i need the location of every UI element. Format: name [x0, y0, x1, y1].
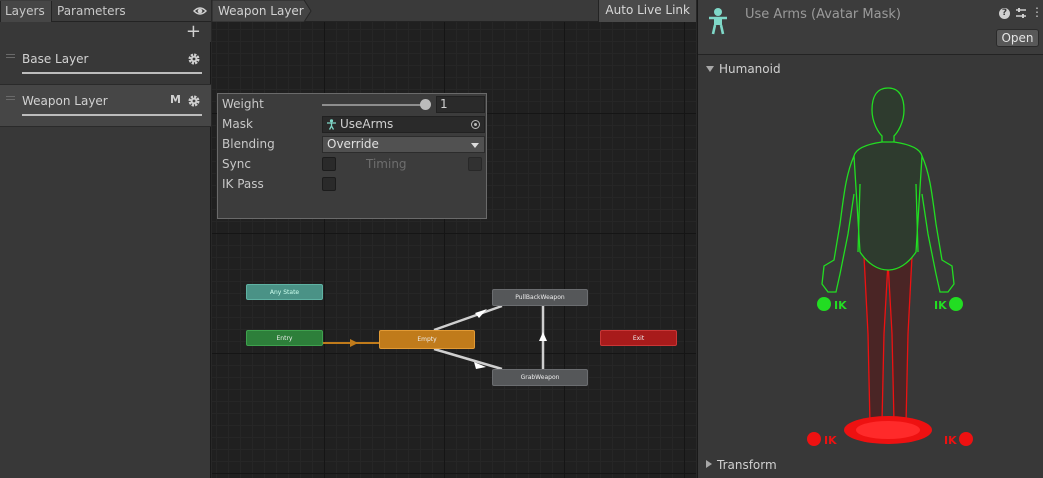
- blending-dropdown[interactable]: Override: [322, 136, 485, 153]
- transition-empty-pull[interactable]: [433, 304, 503, 332]
- foldout-down-icon: [706, 66, 714, 72]
- timing-checkbox[interactable]: [468, 157, 482, 171]
- animator-graph[interactable]: Weapon Layer Auto Live Link Any State En…: [212, 0, 696, 478]
- state-node-pull-back-weapon[interactable]: PullBackWeapon: [492, 289, 588, 306]
- state-node-entry[interactable]: Entry: [246, 330, 323, 346]
- transition-links: [323, 304, 547, 371]
- weight-slider-knob[interactable]: [420, 99, 431, 110]
- avatar-mask-icon: [327, 119, 336, 130]
- open-button[interactable]: Open: [996, 29, 1039, 47]
- transform-foldout[interactable]: Transform: [706, 458, 777, 472]
- svg-text:IK: IK: [934, 299, 947, 312]
- drag-handle-icon[interactable]: [6, 96, 15, 100]
- blending-label: Blending: [222, 137, 275, 151]
- help-icon[interactable]: ?: [999, 8, 1010, 19]
- legs-region[interactable]: [844, 255, 932, 444]
- weight-label: Weight: [222, 97, 264, 111]
- layers-panel-tabs: Layers Parameters: [0, 0, 211, 22]
- layer-weight-bar: [22, 72, 202, 74]
- ik-left-foot[interactable]: IK: [807, 432, 837, 447]
- mask-label: Mask: [222, 117, 253, 131]
- eye-icon[interactable]: [193, 4, 207, 18]
- preset-icon[interactable]: [1015, 7, 1027, 19]
- humanoid-foldout[interactable]: Humanoid: [706, 62, 781, 76]
- state-node-empty[interactable]: Empty: [379, 330, 475, 349]
- humanoid-avatar-diagram[interactable]: IK IK IK IK: [798, 84, 978, 454]
- ik-pass-checkbox[interactable]: [322, 177, 336, 191]
- layer-settings-popup: Weight 1 Mask UseArms Blending Override …: [217, 93, 487, 219]
- svg-text:IK: IK: [834, 299, 847, 312]
- mask-value: UseArms: [340, 117, 394, 131]
- arrow-icon: [475, 309, 487, 318]
- transform-label: Transform: [717, 458, 777, 472]
- layers-panel: Layers Parameters + Base Layer Weapon La…: [0, 0, 211, 478]
- upper-body-region[interactable]: [821, 87, 955, 293]
- gear-icon[interactable]: [187, 52, 201, 66]
- arrow-icon: [350, 339, 358, 347]
- weight-field[interactable]: 1: [436, 96, 485, 113]
- ik-right-foot[interactable]: IK: [944, 432, 973, 447]
- chevron-down-icon: [471, 143, 479, 148]
- ik-left-hand[interactable]: IK: [817, 297, 847, 312]
- layer-item-base[interactable]: Base Layer: [0, 43, 211, 85]
- svg-text:IK: IK: [824, 434, 837, 447]
- state-node-any-state[interactable]: Any State: [246, 284, 323, 300]
- ik-right-hand[interactable]: IK: [934, 297, 963, 312]
- inspector-header: Use Arms (Avatar Mask) ? ⋮ Open: [698, 0, 1043, 55]
- state-node-exit[interactable]: Exit: [600, 330, 677, 346]
- add-layer-row: +: [0, 22, 211, 42]
- state-node-grab-weapon[interactable]: GrabWeapon: [492, 369, 588, 386]
- layer-name: Weapon Layer: [22, 94, 108, 108]
- layer-item-weapon[interactable]: Weapon Layer M: [0, 85, 211, 127]
- tab-layers[interactable]: Layers: [0, 1, 52, 22]
- mask-field[interactable]: UseArms: [322, 116, 485, 133]
- drag-handle-icon[interactable]: [6, 54, 15, 58]
- foldout-right-icon: [706, 460, 712, 468]
- gear-icon[interactable]: [187, 94, 201, 108]
- weight-slider[interactable]: [322, 104, 426, 106]
- object-picker-icon[interactable]: [471, 120, 480, 129]
- layer-weight-bar: [22, 114, 202, 116]
- sync-checkbox[interactable]: [322, 157, 336, 171]
- arrow-icon: [539, 332, 547, 341]
- blending-value: Override: [327, 137, 379, 151]
- transition-empty-grab[interactable]: [433, 347, 503, 371]
- layer-name: Base Layer: [22, 52, 89, 66]
- svg-text:IK: IK: [944, 434, 957, 447]
- mask-badge: M: [170, 93, 181, 106]
- add-layer-button[interactable]: +: [186, 23, 201, 41]
- humanoid-label: Humanoid: [719, 62, 781, 76]
- more-menu-icon[interactable]: ⋮: [1031, 6, 1043, 18]
- ik-pass-label: IK Pass: [222, 177, 264, 191]
- sync-label: Sync: [222, 157, 251, 171]
- inspector-panel: Use Arms (Avatar Mask) ? ⋮ Open Humanoid: [697, 0, 1043, 478]
- tab-parameters[interactable]: Parameters: [53, 1, 130, 22]
- timing-label: Timing: [366, 157, 407, 171]
- avatar-mask-icon: [709, 8, 727, 35]
- inspector-title: Use Arms (Avatar Mask): [745, 7, 901, 22]
